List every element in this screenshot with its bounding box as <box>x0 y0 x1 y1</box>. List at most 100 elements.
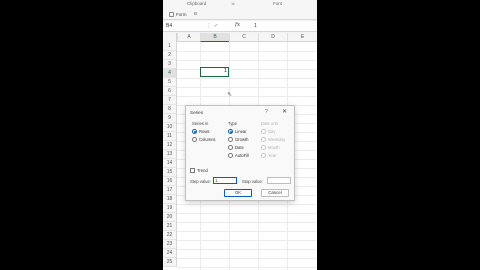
date-unit-day-radio[interactable]: Day <box>261 129 275 134</box>
row-header-12[interactable]: 12 <box>163 141 177 150</box>
row-header-1[interactable]: 1 <box>163 42 177 51</box>
cancel-button[interactable]: Cancel <box>261 189 289 197</box>
gridline <box>177 222 317 223</box>
row-header-25[interactable]: 25 <box>163 258 177 267</box>
clipboard-launcher-icon[interactable]: ⇲ <box>231 1 234 6</box>
column-header-d[interactable]: D <box>258 33 287 42</box>
trend-checkbox[interactable]: Trend <box>190 168 208 173</box>
row-header-17[interactable]: 17 <box>163 186 177 195</box>
month-label: Month <box>268 145 280 150</box>
radio-disabled-icon <box>261 145 266 150</box>
row-header-21[interactable]: 21 <box>163 222 177 231</box>
columns-label: Columns <box>199 137 216 142</box>
dialog-title: Series <box>190 110 204 115</box>
row-header-22[interactable]: 22 <box>163 231 177 240</box>
radio-disabled-icon <box>261 153 266 158</box>
column-header-c[interactable]: C <box>229 33 258 42</box>
row-header-6[interactable]: 6 <box>163 87 177 96</box>
trend-label: Trend <box>197 168 208 173</box>
stop-value-label: Stop value: <box>242 179 263 184</box>
radio-icon <box>228 137 233 142</box>
ribbon: Clipboard ⇲ Font Form B <box>163 0 317 20</box>
format-painter-label: Form <box>176 11 187 17</box>
radio-disabled-icon <box>261 129 266 134</box>
type-label: Type <box>228 121 238 126</box>
row-header-20[interactable]: 20 <box>163 213 177 222</box>
column-header-e[interactable]: E <box>287 33 317 42</box>
series-in-rows-radio[interactable]: Rows <box>192 129 209 134</box>
type-linear-radio[interactable]: Linear <box>228 129 247 134</box>
row-header-3[interactable]: 3 <box>163 60 177 69</box>
name-box[interactable]: B4 <box>166 23 192 30</box>
gridline <box>177 60 317 61</box>
radio-selected-icon <box>228 129 233 134</box>
gridline <box>177 96 317 97</box>
row-header-14[interactable]: 14 <box>163 159 177 168</box>
column-header-b[interactable]: B <box>200 33 229 42</box>
gridline <box>177 258 317 259</box>
stop-value-input[interactable] <box>267 177 291 184</box>
row-header-8[interactable]: 8 <box>163 105 177 114</box>
year-label: Year <box>268 153 277 158</box>
radio-icon <box>228 145 233 150</box>
row-header-16[interactable]: 16 <box>163 177 177 186</box>
font-group-label: Font <box>273 1 283 6</box>
row-header-15[interactable]: 15 <box>163 168 177 177</box>
row-header-19[interactable]: 19 <box>163 204 177 213</box>
row-header-4[interactable]: 4 <box>163 69 177 78</box>
formula-check-icon[interactable]: ✓ <box>214 23 218 29</box>
close-icon[interactable]: ✕ <box>282 108 287 115</box>
gridline <box>177 78 317 79</box>
formula-input[interactable]: 1 <box>254 23 257 29</box>
row-header-7[interactable]: 7 <box>163 96 177 105</box>
step-value-input[interactable]: 1 <box>213 177 237 184</box>
column-header-a[interactable]: A <box>177 33 200 42</box>
row-header-23[interactable]: 23 <box>163 240 177 249</box>
gridline <box>177 51 317 52</box>
column-headers: A B C D E <box>163 33 317 42</box>
row-header-18[interactable]: 18 <box>163 195 177 204</box>
cancel-formula-icon[interactable]: ⋮ <box>206 23 211 29</box>
rows-label: Rows <box>199 129 210 134</box>
date-unit-month-radio[interactable]: Month <box>261 145 280 150</box>
type-growth-radio[interactable]: Growth <box>228 137 249 142</box>
gridline <box>177 240 317 241</box>
select-all-corner[interactable] <box>163 33 177 42</box>
date-label: Date <box>235 145 244 150</box>
formula-bar: B4 ⋮ ✓ fx 1 <box>163 21 317 32</box>
type-autofill-radio[interactable]: AutoFill <box>228 153 249 158</box>
type-date-radio[interactable]: Date <box>228 145 244 150</box>
series-dialog: Series ? ✕ Series in Rows Columns Type L… <box>185 105 295 201</box>
day-label: Day <box>268 129 276 134</box>
weekday-label: Weekday <box>268 137 286 142</box>
gridline <box>177 213 317 214</box>
row-header-24[interactable]: 24 <box>163 249 177 258</box>
gridline <box>177 204 317 205</box>
series-in-columns-radio[interactable]: Columns <box>192 137 216 142</box>
row-header-5[interactable]: 5 <box>163 78 177 87</box>
row-header-13[interactable]: 13 <box>163 150 177 159</box>
mouse-cursor-icon: ⇖ <box>227 92 233 98</box>
gridline <box>177 69 317 70</box>
radio-icon <box>192 137 197 142</box>
gridline <box>177 267 317 268</box>
row-header-10[interactable]: 10 <box>163 123 177 132</box>
insert-function-button[interactable]: fx <box>235 22 240 28</box>
linear-label: Linear <box>235 129 247 134</box>
ok-button[interactable]: OK <box>224 189 252 197</box>
row-header-2[interactable]: 2 <box>163 51 177 60</box>
checkbox-icon <box>190 168 195 173</box>
format-painter-button[interactable]: Form <box>169 10 197 18</box>
growth-label: Growth <box>235 137 249 142</box>
step-value-label: Step value: <box>190 179 211 184</box>
help-icon[interactable]: ? <box>265 109 268 115</box>
date-unit-label: Date unit <box>261 121 278 126</box>
gridline <box>177 249 317 250</box>
active-cell-b4[interactable]: 1 <box>200 67 229 77</box>
row-header-11[interactable]: 11 <box>163 132 177 141</box>
date-unit-year-radio[interactable]: Year <box>261 153 276 158</box>
date-unit-weekday-radio[interactable]: Weekday <box>261 137 285 142</box>
bold-button[interactable]: B <box>194 11 197 16</box>
row-header-9[interactable]: 9 <box>163 114 177 123</box>
gridline <box>177 87 317 88</box>
